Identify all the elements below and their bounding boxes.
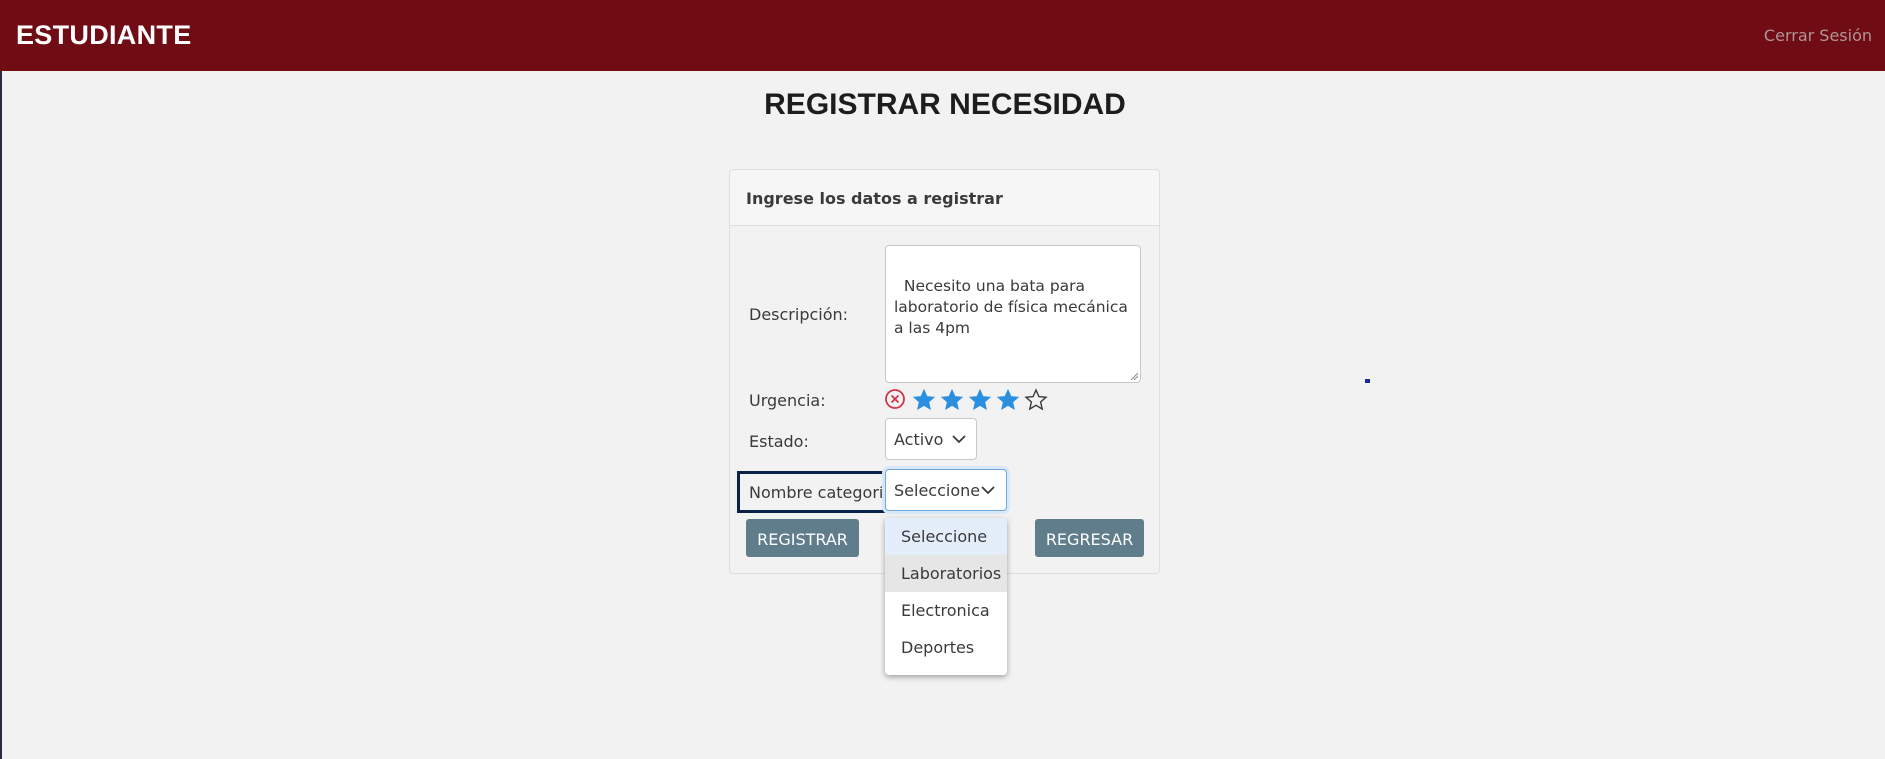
regresar-button-label: REGRESAR <box>1045 530 1134 549</box>
card-header: Ingrese los datos a registrar <box>730 170 1159 226</box>
circle-x-icon <box>885 389 905 409</box>
top-navbar: ESTUDIANTE Cerrar Sesión <box>0 0 1885 71</box>
registrar-button[interactable]: REGISTRAR <box>746 519 859 557</box>
dropdown-option[interactable]: Deportes <box>885 629 1007 666</box>
logout-link[interactable]: Cerrar Sesión <box>1764 26 1872 45</box>
page-title: REGISTRAR NECESIDAD <box>764 88 1126 121</box>
star-outline-icon <box>1024 388 1048 411</box>
descripcion-textarea[interactable]: Necesito una bata para laboratorio de fí… <box>885 245 1141 383</box>
left-edge-border <box>0 71 2 759</box>
rating-star-1[interactable] <box>912 388 936 412</box>
star-filled-icon <box>996 388 1020 411</box>
categoria-label: Nombre categoría: <box>749 483 899 502</box>
stray-dot <box>1365 379 1370 383</box>
rating-star-5[interactable] <box>1024 388 1048 412</box>
brand-title: ESTUDIANTE <box>16 20 192 50</box>
rating-star-4[interactable] <box>996 388 1020 412</box>
categoria-select[interactable]: Seleccione <box>885 469 1007 511</box>
chevron-down-icon <box>952 435 966 444</box>
chevron-down-icon <box>981 486 995 495</box>
registrar-button-label: REGISTRAR <box>757 530 848 549</box>
star-filled-icon <box>912 388 936 411</box>
dropdown-option[interactable]: Laboratorios <box>885 555 1007 592</box>
rating-star-3[interactable] <box>968 388 992 412</box>
urgencia-label: Urgencia: <box>749 391 826 410</box>
dropdown-option[interactable]: Seleccione <box>885 518 1007 555</box>
resize-grip-icon[interactable] <box>1130 372 1138 380</box>
dropdown-option[interactable]: Electronica <box>885 592 1007 629</box>
star-filled-icon <box>968 388 992 411</box>
descripcion-label: Descripción: <box>749 305 849 324</box>
rating-clear-button[interactable] <box>884 388 908 412</box>
categoria-value: Seleccione <box>894 481 981 500</box>
categoria-dropdown-list: Seleccione Laboratorios Electronica Depo… <box>885 518 1007 675</box>
card-header-text: Ingrese los datos a registrar <box>746 189 1003 208</box>
regresar-button[interactable]: REGRESAR <box>1035 519 1144 557</box>
estado-label: Estado: <box>749 432 809 451</box>
rating-star-2[interactable] <box>940 388 964 412</box>
estado-value: Activo <box>894 430 944 449</box>
descripcion-text: Necesito una bata para laboratorio de fí… <box>894 277 1133 337</box>
estado-select[interactable]: Activo <box>885 418 977 460</box>
star-filled-icon <box>940 388 964 411</box>
